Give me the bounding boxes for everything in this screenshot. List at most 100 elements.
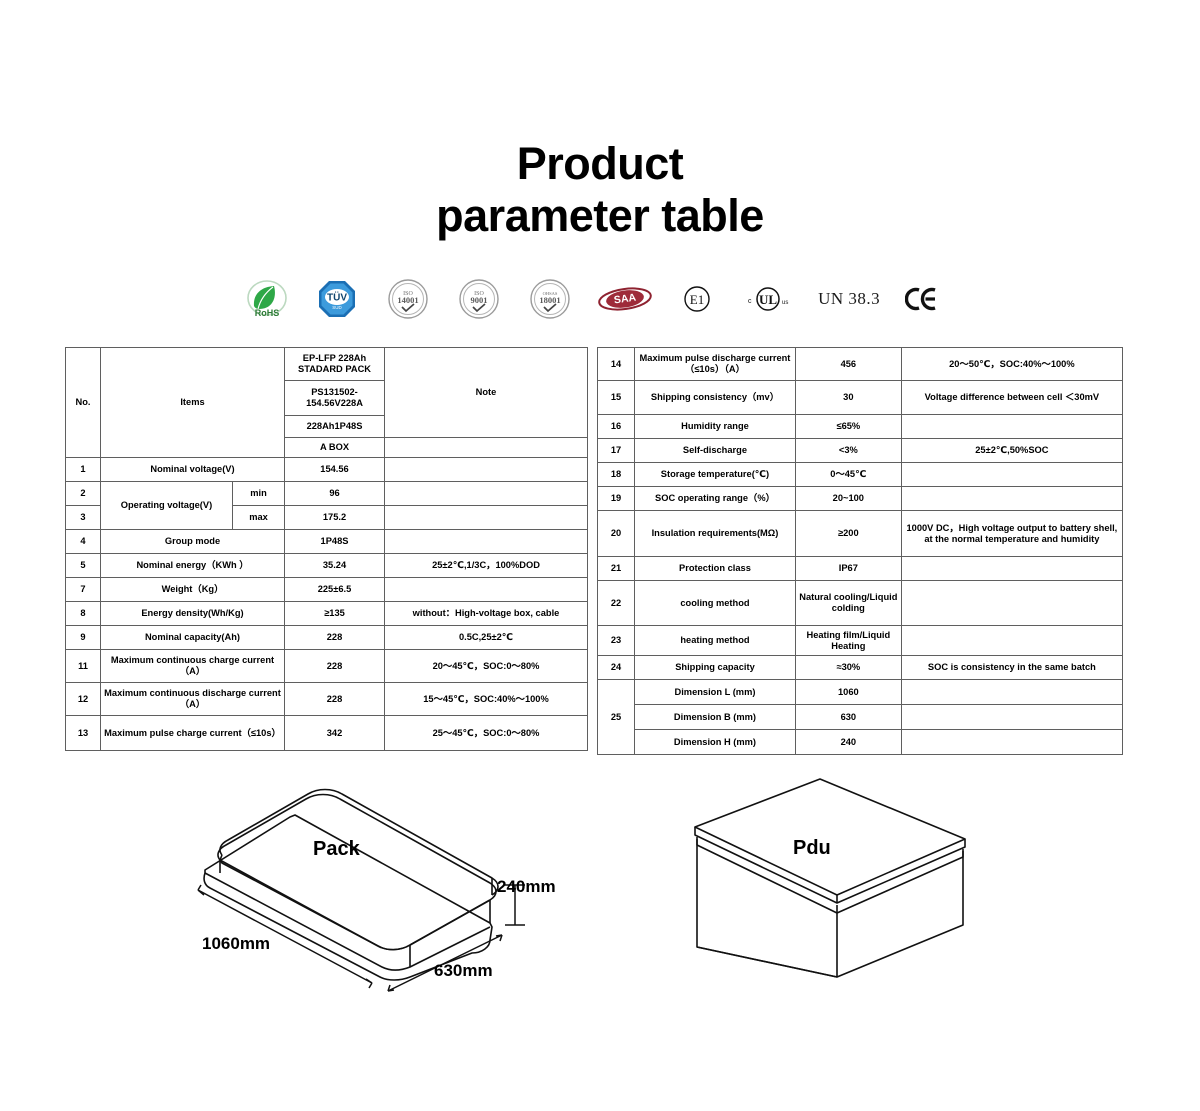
header-note-empty [384, 437, 588, 458]
row-item: Protection class [634, 556, 796, 581]
header-model-1: EP-LFP 228Ah STADARD PACK [284, 347, 385, 381]
row-no: 9 [65, 625, 101, 650]
ohsas18001-badge: OHSAS 18001 [515, 277, 586, 321]
row-sub: max [231, 505, 286, 530]
row-note [900, 580, 1124, 626]
rohs-badge: RoHS [232, 277, 301, 321]
row-item: Storage temperature(℃) [634, 462, 796, 487]
row-no: 1 [65, 457, 101, 482]
row-note [900, 625, 1124, 656]
row-value: 225±6.5 [284, 577, 385, 602]
table-row: 9 Nominal capacity(Ah) 228 0.5C,25±2℃ [65, 625, 588, 650]
row-value: 96 [284, 481, 385, 506]
table-row: 19 SOC operating range（%） 20~100 [596, 486, 1124, 511]
row-item: Humidity range [634, 414, 796, 439]
table-row: 22 cooling method Natural cooling/Liquid… [596, 580, 1124, 626]
row-no: 15 [596, 380, 636, 415]
row-no: 2 [65, 481, 101, 506]
header-model-3: 228Ah1P48S [284, 415, 385, 438]
row-value: ≥200 [794, 510, 902, 557]
row-no: 20 [596, 510, 636, 557]
row-item: Maximum continuous charge current（A） [100, 649, 285, 683]
row-no: 7 [65, 577, 101, 602]
table-row: 15 Shipping consistency（mv） 30 Voltage d… [596, 380, 1124, 415]
row-no: 11 [65, 649, 101, 683]
row-item: Dimension H (mm) [634, 729, 796, 755]
table-row: 12 Maximum continuous discharge current（… [65, 682, 588, 716]
ul-badge: c UL us [730, 277, 805, 321]
row-item: Nominal energy（KWh ） [100, 553, 285, 578]
saa-badge: SAA [586, 277, 663, 321]
row-note: 25±2℃,50%SOC [900, 438, 1124, 463]
ce-badge [893, 277, 952, 321]
row-note: Voltage difference between cell ＜30mV [900, 380, 1124, 415]
row-no: 23 [596, 625, 636, 656]
page-title: Product parameter table [0, 138, 1200, 242]
row-no: 16 [596, 414, 636, 439]
row-item: Dimension B (mm) [634, 704, 796, 730]
row-value: ≤65% [794, 414, 902, 439]
row-note [900, 679, 1124, 705]
row-item: SOC operating range（%） [634, 486, 796, 511]
row-value: 30 [794, 380, 902, 415]
row-no: 19 [596, 486, 636, 511]
page-title-line2: parameter table [436, 190, 764, 241]
table-row: 24 Shipping capacity ≈30% SOC is consist… [596, 655, 1124, 680]
tuv-badge: TÜV SUD [301, 277, 372, 321]
table-row: 21 Protection class IP67 [596, 556, 1124, 581]
row-item: Weight（Kg） [100, 577, 285, 602]
row-no: 8 [65, 601, 101, 626]
row-value: 630 [794, 704, 902, 730]
row-value: 228 [284, 649, 385, 683]
table-row: Dimension B (mm) 630 [598, 704, 1124, 730]
row-value: 228 [284, 682, 385, 716]
row-value: 154.56 [284, 457, 385, 482]
row-note [384, 505, 588, 530]
row-value: Heating film/Liquid Heating [794, 625, 902, 656]
table-row: 7 Weight（Kg） 225±6.5 [65, 577, 588, 602]
pack-width-label: 630mm [434, 961, 493, 980]
row-item: heating method [634, 625, 796, 656]
row-value: ≈30% [794, 655, 902, 680]
table-row: 13 Maximum pulse charge current（≤10s） 34… [65, 715, 588, 751]
header-model-2: PS131502-154.56V228A [284, 380, 385, 416]
svg-text:SUD: SUD [332, 305, 342, 310]
row-item: Energy density(Wh/Kg) [100, 601, 285, 626]
table-row: 14 Maximum pulse discharge current（≤10s）… [596, 347, 1124, 381]
row-note: 20～45℃，SOC:0～80% [384, 649, 588, 683]
row-note: without：High-voltage box, cable [384, 601, 588, 626]
row-note: 0.5C,25±2℃ [384, 625, 588, 650]
row-note [900, 729, 1124, 755]
row-value: Natural cooling/Liquid colding [794, 580, 902, 626]
svg-text:14001: 14001 [397, 295, 418, 305]
row-value: 35.24 [284, 553, 385, 578]
row-value: 456 [794, 347, 902, 381]
certification-badges: RoHS TÜV SUD ISO 14001 ISO 9001 OHSAS 18… [232, 277, 952, 321]
svg-text:UL: UL [759, 292, 777, 307]
header-model-4: A BOX [284, 437, 385, 458]
row-note [900, 704, 1124, 730]
row-item: Nominal capacity(Ah) [100, 625, 285, 650]
row-item: Dimension L (mm) [634, 679, 796, 705]
row-note [900, 486, 1124, 511]
table-row: 4 Group mode 1P48S [65, 529, 588, 554]
pack-label: Pack [313, 838, 360, 860]
row-note [900, 462, 1124, 487]
row-no: 24 [596, 655, 636, 680]
table-row: 23 heating method Heating film/Liquid He… [596, 625, 1124, 656]
table-row: 16 Humidity range ≤65% [596, 414, 1124, 439]
un383-label: UN 38.3 [818, 289, 881, 308]
table-row: 25 Dimension L (mm) 1060 [596, 679, 1124, 755]
row-note [384, 529, 588, 554]
svg-text:c: c [748, 298, 752, 305]
row-value: 1P48S [284, 529, 385, 554]
row-value: 20~100 [794, 486, 902, 511]
row-value: 342 [284, 715, 385, 751]
row-note: 1000V DC，High voltage output to battery … [900, 510, 1124, 557]
row-item: Self-discharge [634, 438, 796, 463]
row-note [900, 414, 1124, 439]
row-note [384, 577, 588, 602]
page-title-line1: Product [516, 138, 684, 189]
row-note: 20～50℃，SOC:40%～100% [900, 347, 1124, 381]
table-row: 11 Maximum continuous charge current（A） … [65, 649, 588, 683]
